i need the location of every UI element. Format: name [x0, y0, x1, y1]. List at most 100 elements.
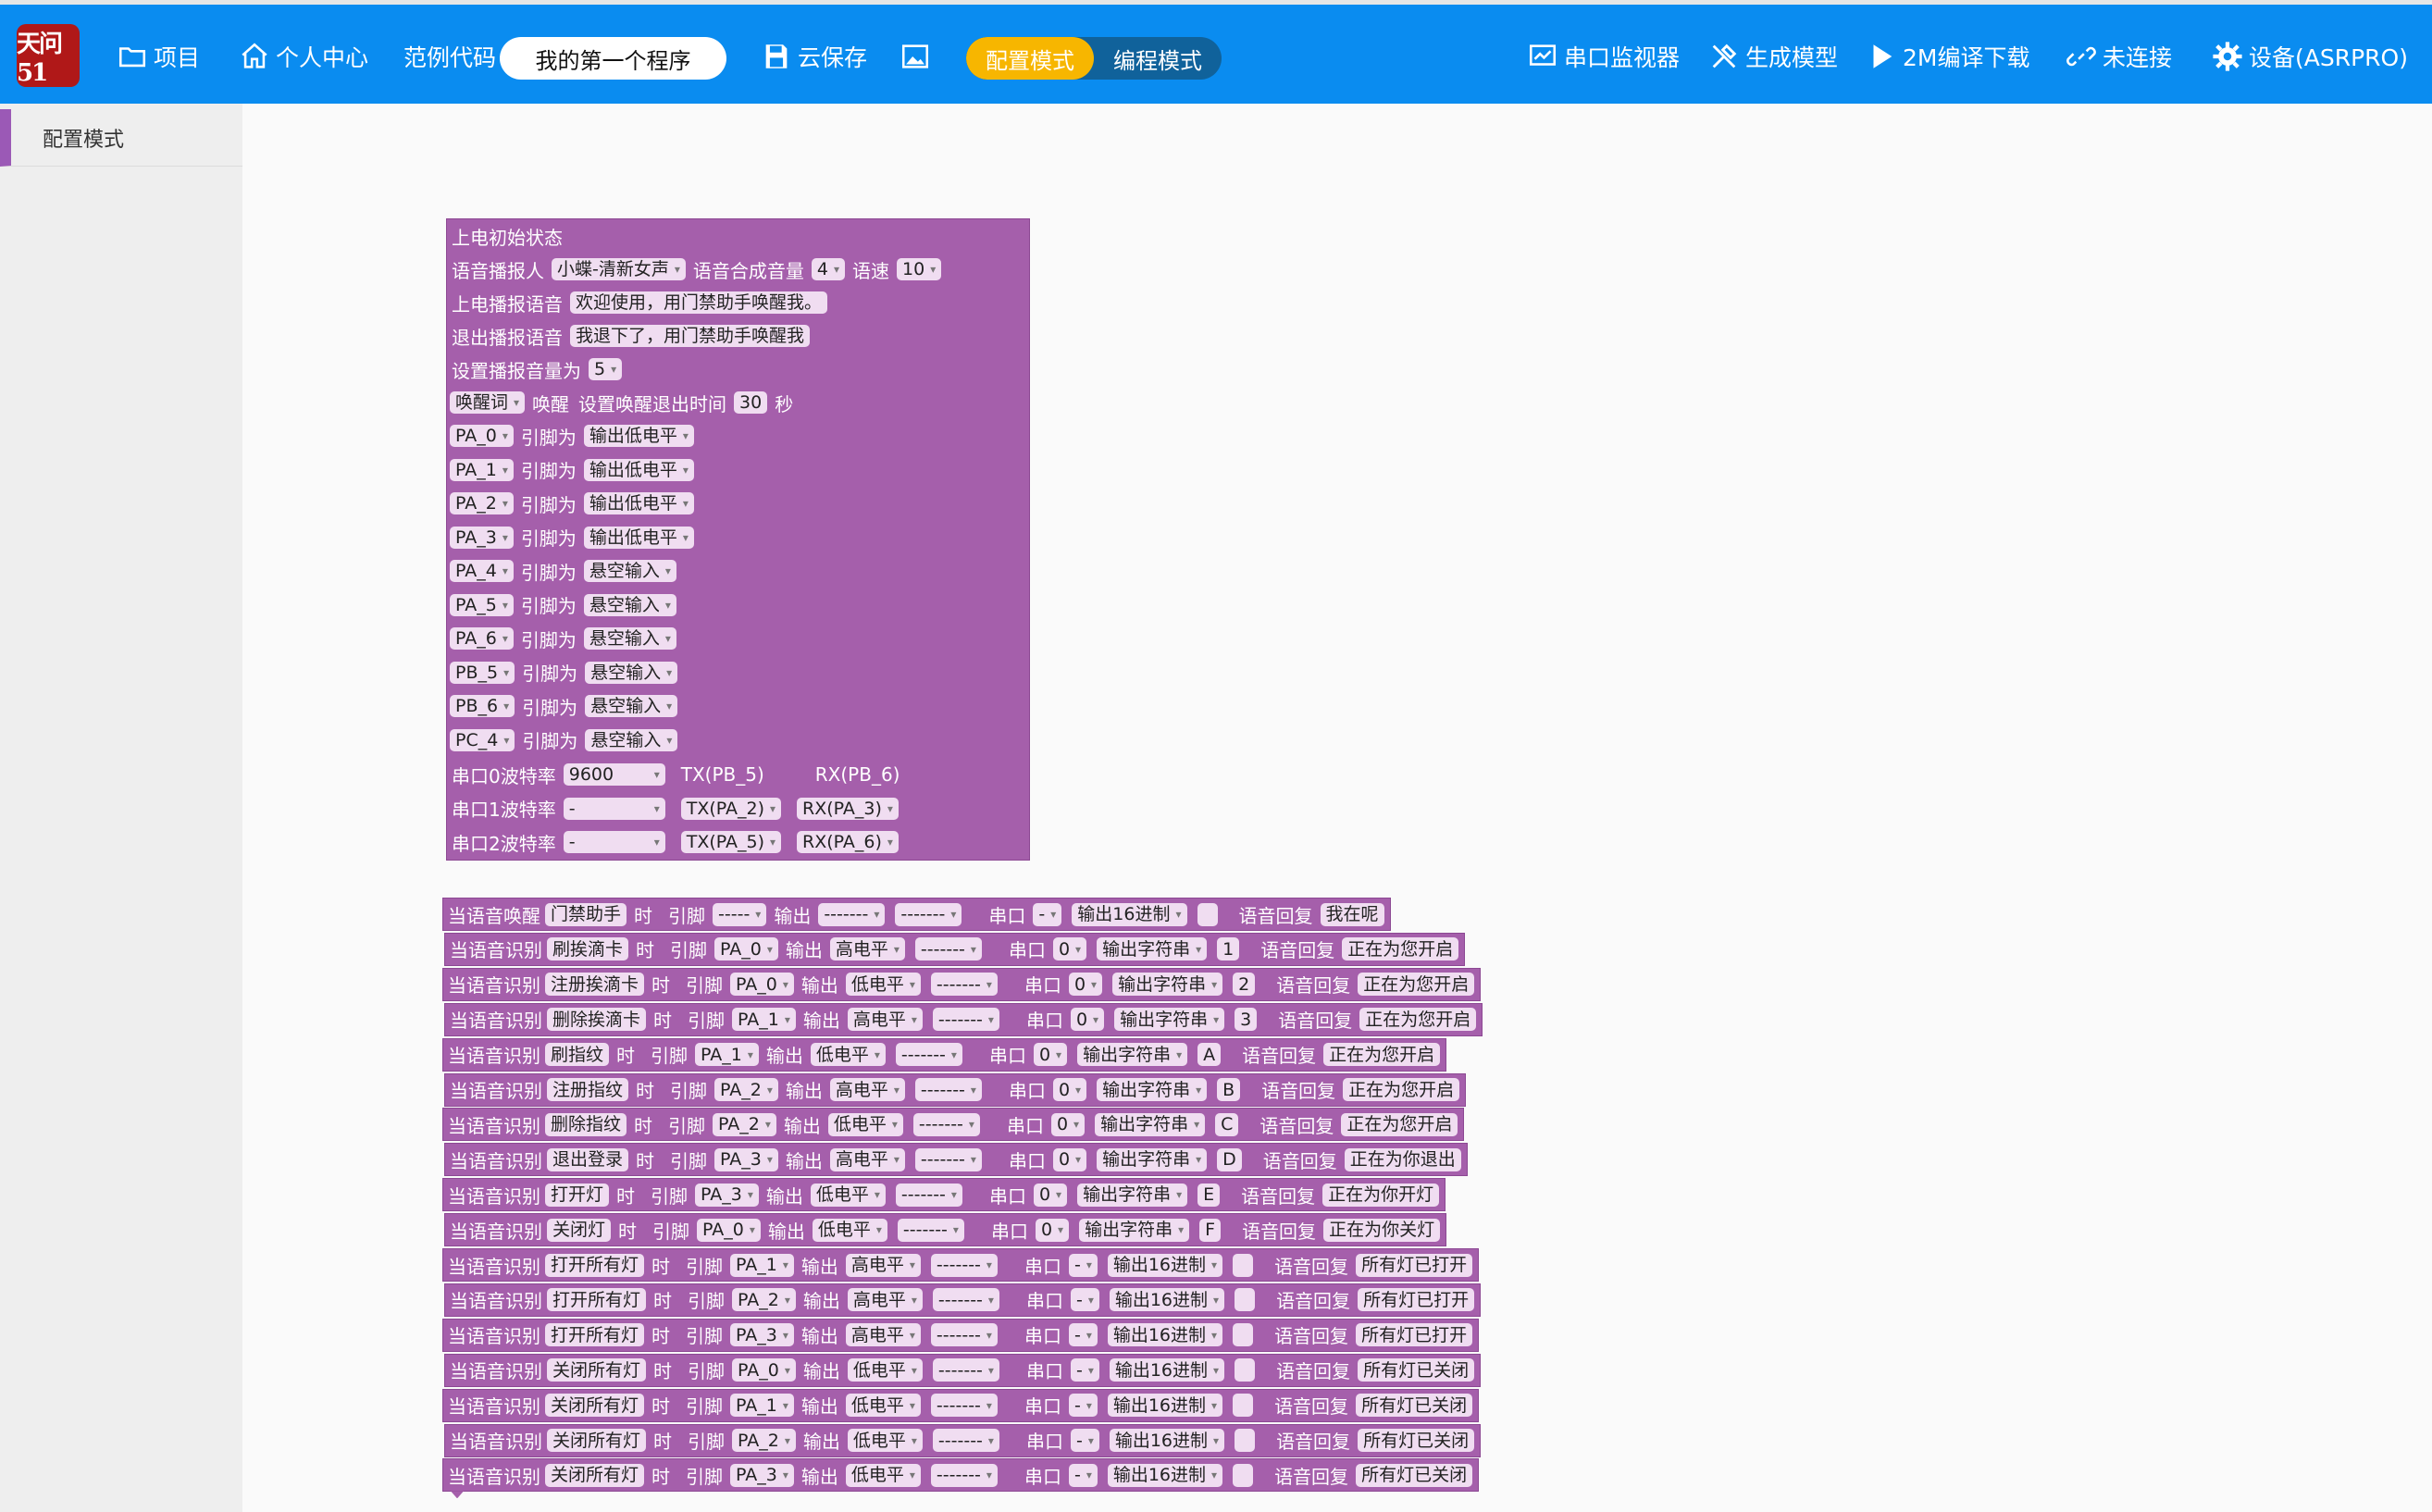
- generate-model-button[interactable]: 生成模型: [1708, 32, 1838, 81]
- rule-reply-input[interactable]: 所有灯已打开: [1358, 1288, 1475, 1312]
- voice-word-input[interactable]: 打开所有灯: [545, 1323, 645, 1347]
- rule-level-select[interactable]: 高电平: [847, 1008, 923, 1032]
- device-button[interactable]: 设备(ASRPRO): [2212, 32, 2408, 81]
- voice-rule-block[interactable]: 当语音识别注册挨滴卡时引脚PA_0输出低电平 ------- 串口 0 输出字符串 2 语音…: [442, 967, 1482, 1001]
- pin-select[interactable]: PA_3: [450, 526, 514, 549]
- rule-extra-select[interactable]: -------: [897, 1218, 964, 1242]
- rule-reply-input[interactable]: 正在为您开启: [1358, 973, 1475, 997]
- rule-format-select[interactable]: 输出16进制: [1107, 1323, 1223, 1347]
- voice-rule-block[interactable]: 当语音唤醒门禁助手时引脚 ----- 输出 ------- ------- 串口-输出16…: [442, 898, 1391, 931]
- rule-port-select[interactable]: -: [1070, 1288, 1099, 1312]
- rule-pin-select[interactable]: PA_3: [730, 1463, 794, 1487]
- rule-port-select[interactable]: -: [1068, 1463, 1098, 1487]
- rule-format-select[interactable]: 输出16进制: [1109, 1288, 1225, 1312]
- rule-data-input[interactable]: A: [1197, 1043, 1222, 1067]
- rule-extra-select[interactable]: -------: [930, 973, 998, 997]
- pin-mode-select[interactable]: 输出低电平: [583, 526, 694, 549]
- rule-level-select[interactable]: 高电平: [845, 1323, 921, 1347]
- rule-reply-input[interactable]: 正在为你退出: [1344, 1147, 1461, 1171]
- rule-extra-select[interactable]: -------: [932, 1288, 999, 1312]
- rule-reply-input[interactable]: 正在为你开灯: [1322, 1183, 1440, 1207]
- rule-pin-select[interactable]: PA_1: [730, 1253, 794, 1277]
- rule-format-select[interactable]: 输出字符串: [1097, 937, 1208, 961]
- speed-select[interactable]: 10: [897, 258, 942, 280]
- play-volume-select[interactable]: 5: [589, 358, 623, 380]
- rule-port-select[interactable]: 0: [1070, 1008, 1105, 1032]
- sidebar-item-config-mode[interactable]: 配置模式: [0, 109, 242, 167]
- rule-pin-select[interactable]: PA_2: [732, 1288, 796, 1312]
- rule-extra-select[interactable]: -------: [930, 1463, 998, 1487]
- exit-voice-input[interactable]: 我退下了，用门禁助手唤醒我: [570, 325, 811, 347]
- pin-select[interactable]: PB_5: [450, 661, 515, 684]
- rule-port-select[interactable]: 0: [1052, 937, 1087, 961]
- rule-reply-input[interactable]: 所有灯已关闭: [1358, 1358, 1475, 1382]
- rule-format-select[interactable]: 输出字符串: [1112, 973, 1223, 997]
- rule-reply-input[interactable]: 正在为您开启: [1359, 1008, 1477, 1032]
- rule-data-input[interactable]: [1233, 1253, 1254, 1277]
- rule-data-input[interactable]: [1235, 1288, 1256, 1312]
- rule-port-select[interactable]: -: [1068, 1253, 1098, 1277]
- pin-mode-select[interactable]: 输出低电平: [583, 458, 694, 481]
- rule-format-select[interactable]: 输出字符串: [1077, 1183, 1188, 1207]
- pin-select[interactable]: PB_6: [450, 695, 515, 717]
- voice-rule-block[interactable]: 当语音识别关闭所有灯时引脚 PA_3 输出低电平 ------- 串口-输出16进制 语音…: [442, 1458, 1480, 1499]
- tts-volume-select[interactable]: 4: [811, 258, 846, 280]
- pin-select[interactable]: PC_4: [450, 728, 515, 751]
- rule-level-select[interactable]: 高电平: [829, 1078, 905, 1101]
- rule-pin-select[interactable]: PA_2: [732, 1429, 796, 1452]
- rule-port-select[interactable]: -: [1068, 1394, 1098, 1418]
- voice-rule-block[interactable]: 当语音识别打开所有灯时引脚 PA_2 输出高电平 ------- 串口-输出16进制 语音…: [444, 1283, 1482, 1317]
- voice-word-input[interactable]: 退出登录: [547, 1147, 629, 1171]
- rule-format-select[interactable]: 输出16进制: [1109, 1429, 1225, 1452]
- rx-pin[interactable]: RX(PA_3): [797, 797, 899, 820]
- rule-port-select[interactable]: 0: [1033, 1043, 1068, 1067]
- voice-word-input[interactable]: 注册指纹: [547, 1078, 629, 1101]
- rule-port-select[interactable]: 0: [1050, 1112, 1086, 1136]
- program-name-field[interactable]: 我的第一个程序: [500, 37, 726, 80]
- rule-reply-input[interactable]: 所有灯已关闭: [1356, 1394, 1473, 1418]
- rule-level-select[interactable]: 低电平: [810, 1183, 886, 1207]
- rule-data-input[interactable]: D: [1217, 1147, 1242, 1171]
- rule-data-input[interactable]: 3: [1235, 1008, 1258, 1032]
- rule-format-select[interactable]: 输出字符串: [1095, 1112, 1206, 1136]
- rule-data-input[interactable]: [1235, 1358, 1256, 1382]
- baud-select[interactable]: -: [563, 831, 665, 853]
- rule-data-input[interactable]: F: [1199, 1218, 1222, 1242]
- rule-port-select[interactable]: -: [1070, 1358, 1099, 1382]
- rule-extra-select[interactable]: -------: [932, 1008, 999, 1032]
- rule-pin-select[interactable]: PA_3: [695, 1183, 759, 1207]
- rule-format-select[interactable]: 输出16进制: [1072, 902, 1187, 926]
- pin-select[interactable]: PA_5: [450, 593, 514, 616]
- personal-center-menu[interactable]: 个人中心: [239, 32, 368, 81]
- voice-rule-block[interactable]: 当语音识别删除挨滴卡时引脚 PA_1 输出高电平 ------- 串口 0 输出字符串 3 语音…: [444, 1002, 1483, 1036]
- rule-data-input[interactable]: [1235, 1429, 1256, 1452]
- voice-word-input[interactable]: 刷挨滴卡: [547, 937, 629, 961]
- voice-word-input[interactable]: 关闭所有灯: [547, 1429, 647, 1452]
- voice-word-input[interactable]: 打开所有灯: [547, 1288, 647, 1312]
- rule-level-select[interactable]: 低电平: [827, 1112, 903, 1136]
- voice-word-input[interactable]: 删除挨滴卡: [547, 1008, 647, 1032]
- rule-data-input[interactable]: 2: [1233, 973, 1256, 997]
- examples-menu[interactable]: 范例代码: [403, 32, 496, 81]
- boot-voice-input[interactable]: 欢迎使用，用门禁助手唤醒我。: [570, 291, 828, 314]
- voice-word-input[interactable]: 刷指纹: [545, 1043, 610, 1067]
- voice-rule-block[interactable]: 当语音识别退出登录时引脚 PA_3 输出高电平 ------- 串口 0 输出字符串 D 语音回…: [444, 1143, 1468, 1177]
- rule-reply-input[interactable]: 所有灯已打开: [1356, 1253, 1473, 1277]
- rule-format-select[interactable]: 输出字符串: [1114, 1008, 1225, 1032]
- rule-pin-select[interactable]: PA_1: [732, 1008, 796, 1032]
- rule-pin-select[interactable]: PA_0: [730, 973, 794, 997]
- rule-port-select[interactable]: 0: [1052, 1078, 1087, 1101]
- voice-rule-block[interactable]: 当语音识别打开灯时引脚PA_3输出低电平 ------- 串口 0 输出字符串 E 语音回复…: [442, 1178, 1446, 1212]
- voice-rule-block[interactable]: 当语音识别关闭所有灯时引脚 PA_2 输出低电平 ------- 串口-输出16进制 语音…: [444, 1423, 1482, 1457]
- rule-pin-select[interactable]: -----: [713, 902, 767, 926]
- tx-pin[interactable]: TX(PA_2): [680, 797, 782, 820]
- rule-pin-select[interactable]: PA_2: [714, 1078, 778, 1101]
- rule-reply-input[interactable]: 正在为您开启: [1343, 1078, 1460, 1101]
- rule-data-input[interactable]: C: [1215, 1112, 1239, 1136]
- app-logo[interactable]: 天问51: [17, 24, 80, 87]
- voice-rule-block[interactable]: 当语音识别关闭灯时引脚 PA_0 输出低电平 ------- 串口 0 输出字符串 F 语音回复…: [444, 1213, 1447, 1247]
- rule-format-select[interactable]: 输出16进制: [1107, 1253, 1223, 1277]
- rule-port-select[interactable]: 0: [1068, 973, 1103, 997]
- rule-extra-select[interactable]: -------: [895, 902, 962, 926]
- voice-word-input[interactable]: 关闭所有灯: [545, 1463, 645, 1487]
